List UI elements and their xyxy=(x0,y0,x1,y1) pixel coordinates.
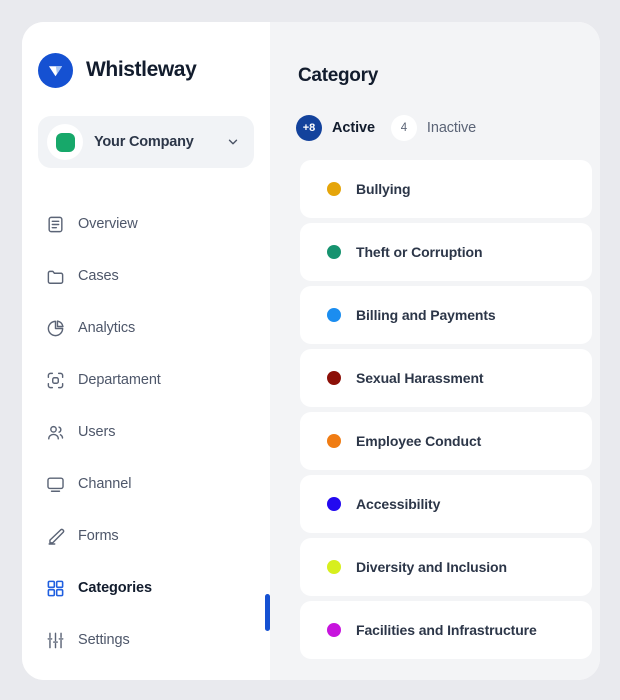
company-name: Your Company xyxy=(94,134,194,150)
category-color-dot xyxy=(327,497,341,511)
sliders-icon xyxy=(46,631,65,650)
grid-squares-icon xyxy=(46,579,65,598)
app-window: Whistleway Your Company Overview Cases A… xyxy=(22,22,600,680)
sidebar-item-analytics[interactable]: Analytics xyxy=(38,302,254,354)
sidebar-item-forms[interactable]: Forms xyxy=(38,510,254,562)
list-item[interactable]: Facilities and Infrastructure xyxy=(300,601,592,659)
inactive-count-badge: 4 xyxy=(390,115,417,141)
company-avatar-swatch xyxy=(55,132,75,152)
sidebar: Whistleway Your Company Overview Cases A… xyxy=(22,22,270,680)
category-color-dot xyxy=(327,308,341,322)
list-item[interactable]: Accessibility xyxy=(300,475,592,533)
category-label: Billing and Payments xyxy=(356,307,496,323)
category-color-dot xyxy=(327,434,341,448)
category-color-dot xyxy=(327,371,341,385)
sidebar-item-label: Cases xyxy=(78,268,119,284)
list-item[interactable]: Theft or Corruption xyxy=(300,223,592,281)
category-label: Employee Conduct xyxy=(356,433,482,449)
category-label: Sexual Harassment xyxy=(356,370,484,386)
list-item[interactable]: Billing and Payments xyxy=(300,286,592,344)
sidebar-item-departament[interactable]: Departament xyxy=(38,354,254,406)
sidebar-item-label: Analytics xyxy=(78,320,136,336)
list-item[interactable]: Sexual Harassment xyxy=(300,349,592,407)
page-title: Category xyxy=(298,65,378,86)
tab-label: Inactive xyxy=(426,120,477,136)
sidebar-item-users[interactable]: Users xyxy=(38,406,254,458)
sidebar-item-label: Users xyxy=(78,424,116,440)
category-label: Accessibility xyxy=(356,496,441,512)
list-item[interactable]: Bullying xyxy=(300,160,592,218)
category-label: Bullying xyxy=(356,181,411,197)
document-list-icon xyxy=(46,215,65,234)
whistle-triangle-logo-icon xyxy=(38,52,73,88)
sidebar-item-cases[interactable]: Cases xyxy=(38,250,254,302)
monitor-icon xyxy=(46,475,65,494)
sidebar-item-label: Overview xyxy=(78,216,138,232)
active-count-badge: +8 xyxy=(296,115,322,141)
brand-name: Whistleway xyxy=(86,58,197,81)
sidebar-item-label: Categories xyxy=(78,580,152,596)
sidebar-item-channel[interactable]: Channel xyxy=(38,458,254,510)
category-color-dot xyxy=(327,245,341,259)
sidebar-item-label: Departament xyxy=(78,372,161,388)
category-label: Facilities and Infrastructure xyxy=(356,622,537,638)
brand: Whistleway xyxy=(22,22,270,94)
sidebar-item-settings[interactable]: Settings xyxy=(38,614,254,666)
company-selector[interactable]: Your Company xyxy=(38,116,254,168)
sidebar-item-categories[interactable]: Categories xyxy=(38,562,254,614)
sidebar-nav: Overview Cases Analytics Departament Use… xyxy=(22,198,270,666)
chevron-down-icon xyxy=(226,135,240,149)
main-panel: Category +8 Active 4 Inactive Bullying T… xyxy=(270,22,600,680)
category-label: Theft or Corruption xyxy=(356,244,483,260)
scan-box-icon xyxy=(46,371,65,390)
pencil-icon xyxy=(46,527,65,546)
users-icon xyxy=(46,423,65,442)
folder-icon xyxy=(46,267,65,286)
pie-chart-icon xyxy=(46,319,65,338)
category-color-dot xyxy=(327,623,341,637)
category-label: Diversity and Inclusion xyxy=(356,559,507,575)
sidebar-item-label: Channel xyxy=(78,476,132,492)
category-list: Bullying Theft or Corruption Billing and… xyxy=(270,160,600,659)
sidebar-item-label: Forms xyxy=(78,528,119,544)
sidebar-item-label: Settings xyxy=(78,632,130,648)
category-color-dot xyxy=(327,182,341,196)
sidebar-item-overview[interactable]: Overview xyxy=(38,198,254,250)
tab-label: Active xyxy=(332,120,375,136)
category-color-dot xyxy=(327,560,341,574)
list-item[interactable]: Employee Conduct xyxy=(300,412,592,470)
tab-inactive[interactable]: 4 Inactive xyxy=(390,115,477,141)
status-tabs: +8 Active 4 Inactive xyxy=(270,87,600,141)
list-item[interactable]: Diversity and Inclusion xyxy=(300,538,592,596)
company-avatar xyxy=(47,124,83,160)
tab-active[interactable]: +8 Active xyxy=(296,115,375,141)
